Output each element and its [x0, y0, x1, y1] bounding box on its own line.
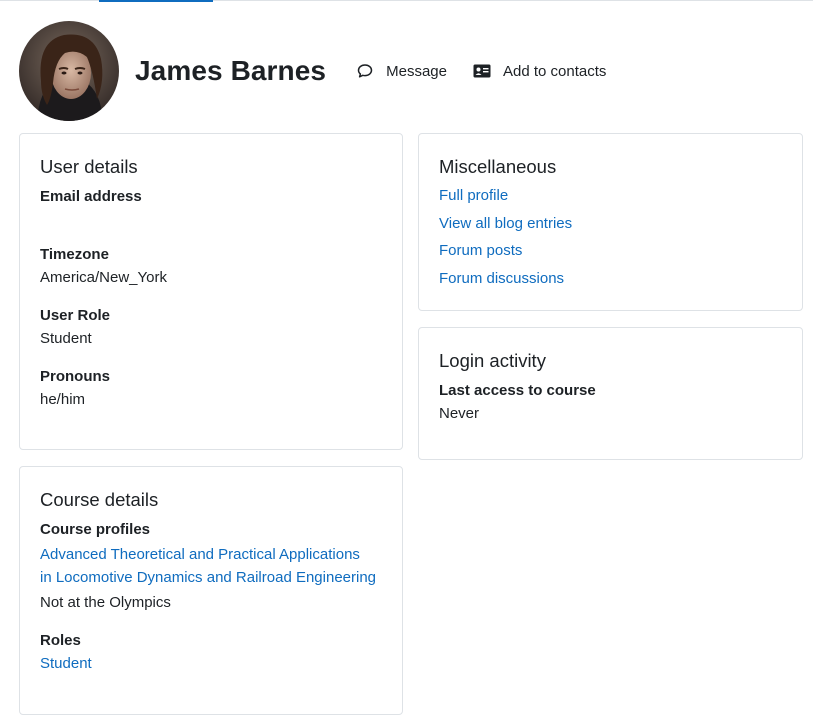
miscellaneous-card: Miscellaneous Full profile View all blog…	[418, 133, 803, 311]
roles-link-student[interactable]: Student	[40, 654, 382, 674]
avatar[interactable]	[19, 21, 119, 121]
roles-label: Roles	[40, 632, 81, 649]
pronouns-field-group: Pronouns he/him	[40, 367, 382, 410]
timezone-value: America/New_York	[40, 269, 167, 286]
user-details-title: User details	[40, 156, 138, 177]
profile-page: James Barnes Message Add to contacts Use…	[0, 0, 813, 723]
full-profile-link[interactable]: Full profile	[439, 182, 782, 210]
pronouns-value: he/him	[40, 391, 86, 408]
user-details-card: User details Email address Timezone Amer…	[19, 133, 403, 450]
course-details-title: Course details	[40, 489, 159, 510]
last-access-label: Last access to course	[439, 382, 596, 399]
miscellaneous-links: Full profile View all blog entries Forum…	[439, 182, 782, 292]
email-label: Email address	[40, 188, 142, 205]
speech-bubble-icon	[356, 62, 374, 80]
course-note: Not at the Olympics	[40, 594, 171, 611]
course-link-line-2: in Locomotive Dynamics and Railroad Engi…	[40, 569, 377, 586]
course-details-card: Course details Course profiles Advanced …	[19, 466, 403, 715]
blog-entries-link[interactable]: View all blog entries	[439, 210, 782, 238]
avatar-photo-icon	[19, 21, 119, 121]
role-field-group: User Role Student	[40, 306, 382, 349]
login-activity-title: Login activity	[439, 350, 546, 371]
add-to-contacts-button[interactable]: Add to contacts	[473, 62, 606, 80]
forum-discussions-link[interactable]: Forum discussions	[439, 265, 782, 293]
pronouns-label: Pronouns	[40, 368, 110, 385]
timezone-label: Timezone	[40, 246, 109, 263]
login-activity-card: Login activity Last access to course Nev…	[418, 327, 803, 460]
email-field-group: Email address	[40, 187, 382, 207]
address-card-icon	[473, 62, 491, 80]
miscellaneous-title: Miscellaneous	[439, 156, 557, 177]
active-tab-indicator	[99, 0, 213, 2]
last-access-value: Never	[439, 405, 480, 422]
course-profiles-label: Course profiles	[40, 521, 151, 538]
page-title: James Barnes	[135, 55, 327, 86]
timezone-field-group: Timezone America/New_York	[40, 245, 382, 288]
role-value: Student	[40, 330, 92, 347]
message-button[interactable]: Message	[356, 62, 447, 80]
message-label: Message	[386, 62, 447, 80]
add-to-contacts-label: Add to contacts	[502, 62, 607, 80]
course-link-line-1: Advanced Theoretical and Practical Appli…	[40, 546, 360, 563]
role-label: User Role	[40, 307, 111, 324]
course-profile-link[interactable]: Advanced Theoretical and Practical Appli…	[40, 543, 382, 589]
forum-posts-link[interactable]: Forum posts	[439, 237, 782, 265]
profile-header: James Barnes Message Add to contacts	[19, 21, 606, 121]
